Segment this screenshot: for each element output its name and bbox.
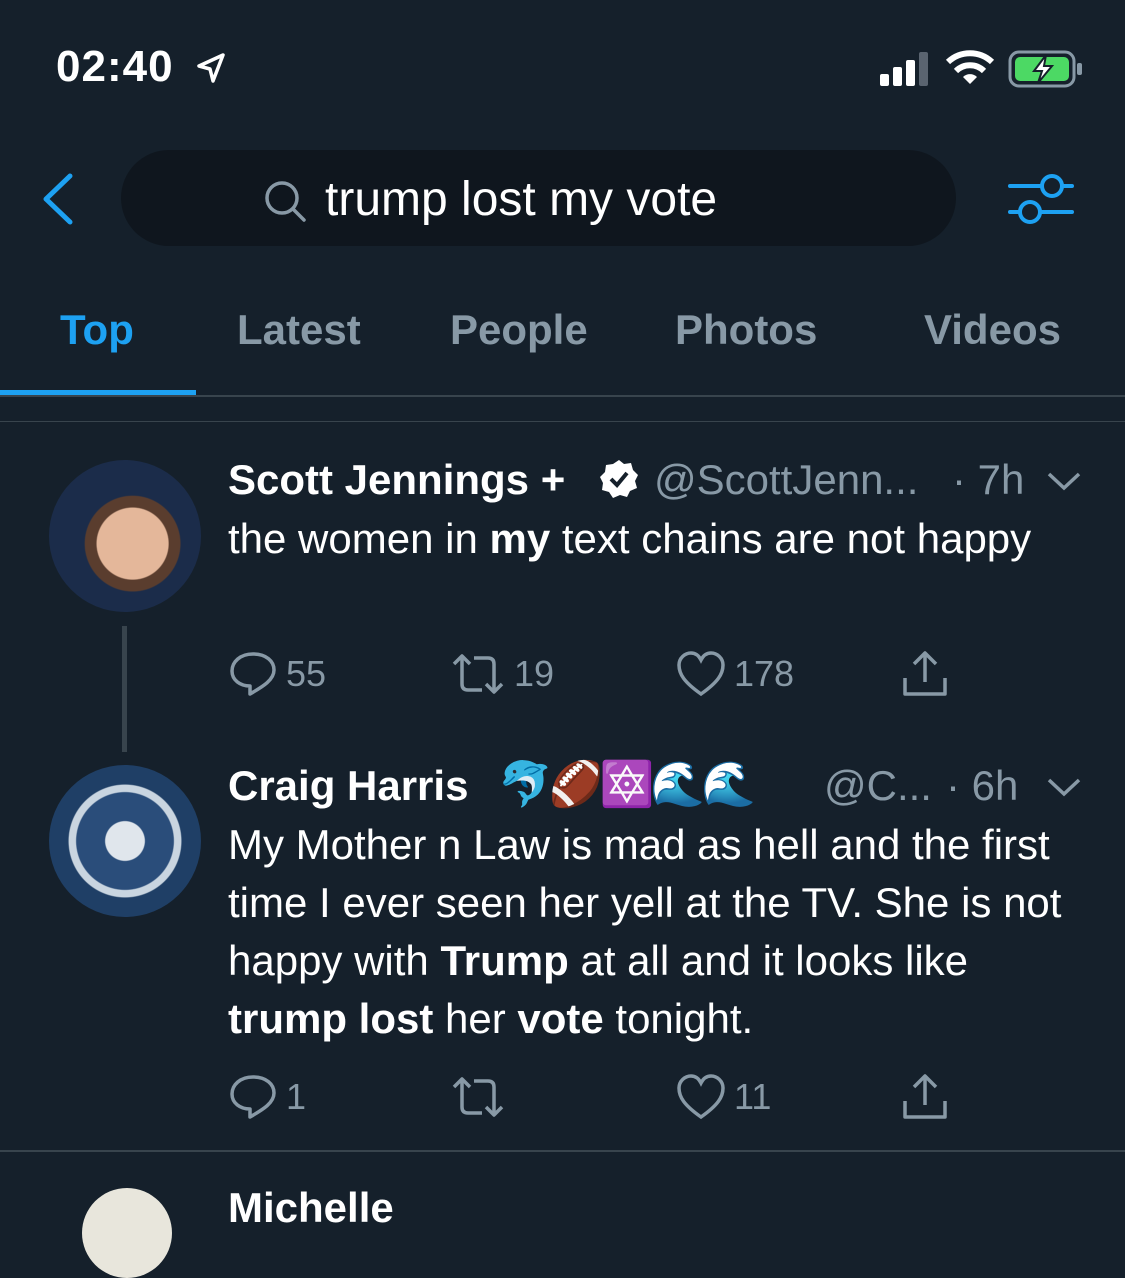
share-icon[interactable] xyxy=(900,650,950,698)
tweet-handle[interactable]: @ScottJenn... xyxy=(654,456,918,504)
reply-icon xyxy=(230,652,276,696)
search-query[interactable]: trump lost my vote xyxy=(325,172,717,227)
tab-videos[interactable]: Videos xyxy=(924,306,1061,354)
reply-icon xyxy=(230,1075,276,1119)
divider xyxy=(0,421,1125,422)
like-count: 178 xyxy=(734,653,795,694)
retweet-icon xyxy=(452,1077,504,1117)
heart-icon xyxy=(677,1074,725,1120)
tweet-text: the women in my text chains are not happ… xyxy=(228,515,1032,562)
retweet-count: 19 xyxy=(514,653,555,694)
divider xyxy=(0,395,1125,397)
reply-button[interactable]: 55 xyxy=(228,650,326,698)
tweet-time: · 7h xyxy=(952,456,1025,503)
status-time: 02:40 xyxy=(56,42,174,91)
share-icon[interactable] xyxy=(900,1073,950,1121)
avatar-scott-jennings[interactable] xyxy=(49,460,201,612)
tweet-author-name[interactable]: Scott Jennings + xyxy=(228,456,565,504)
verified-badge-icon xyxy=(600,460,638,498)
name-emoji: 🐬🏈🔯🌊🌊 xyxy=(498,760,756,809)
chevron-down-icon[interactable] xyxy=(1046,470,1082,492)
wifi-icon xyxy=(946,50,994,84)
tweet-handle[interactable]: @C... xyxy=(824,762,932,810)
tab-latest[interactable]: Latest xyxy=(237,306,361,354)
tab-people[interactable]: People xyxy=(450,306,588,354)
battery-charging-icon xyxy=(1008,50,1082,88)
reply-count: 55 xyxy=(286,653,327,694)
avatar-craig-harris[interactable] xyxy=(49,765,201,917)
signal-icon xyxy=(880,52,928,86)
divider xyxy=(0,1150,1125,1152)
tweet-text: My Mother n Law is mad as hell and the f… xyxy=(228,821,1062,1042)
avatar-michelle[interactable] xyxy=(82,1188,172,1278)
like-button[interactable]: 178 xyxy=(676,650,794,698)
filter-settings-icon[interactable] xyxy=(1006,170,1076,228)
like-count: 11 xyxy=(734,1076,772,1117)
reply-count: 1 xyxy=(286,1076,307,1117)
heart-icon xyxy=(677,651,725,697)
reply-button[interactable]: 1 xyxy=(228,1073,306,1121)
retweet-button[interactable]: 19 xyxy=(450,650,554,698)
tweet-time: · 6h xyxy=(946,762,1019,809)
search-icon xyxy=(265,181,306,222)
retweet-button[interactable] xyxy=(450,1073,514,1121)
tweet-author-name[interactable]: Michelle xyxy=(228,1184,394,1232)
back-chevron-icon[interactable] xyxy=(40,172,76,226)
tab-photos[interactable]: Photos xyxy=(675,306,817,354)
like-button[interactable]: 11 xyxy=(676,1073,771,1121)
chevron-down-icon[interactable] xyxy=(1046,776,1082,798)
tweet-author-name[interactable]: Craig Harris xyxy=(228,762,468,810)
location-arrow-icon xyxy=(197,53,225,83)
tab-top[interactable]: Top xyxy=(60,306,134,354)
retweet-icon xyxy=(452,654,504,694)
search-tabs: Top Latest People Photos Videos xyxy=(0,290,1125,396)
thread-line xyxy=(122,626,127,752)
